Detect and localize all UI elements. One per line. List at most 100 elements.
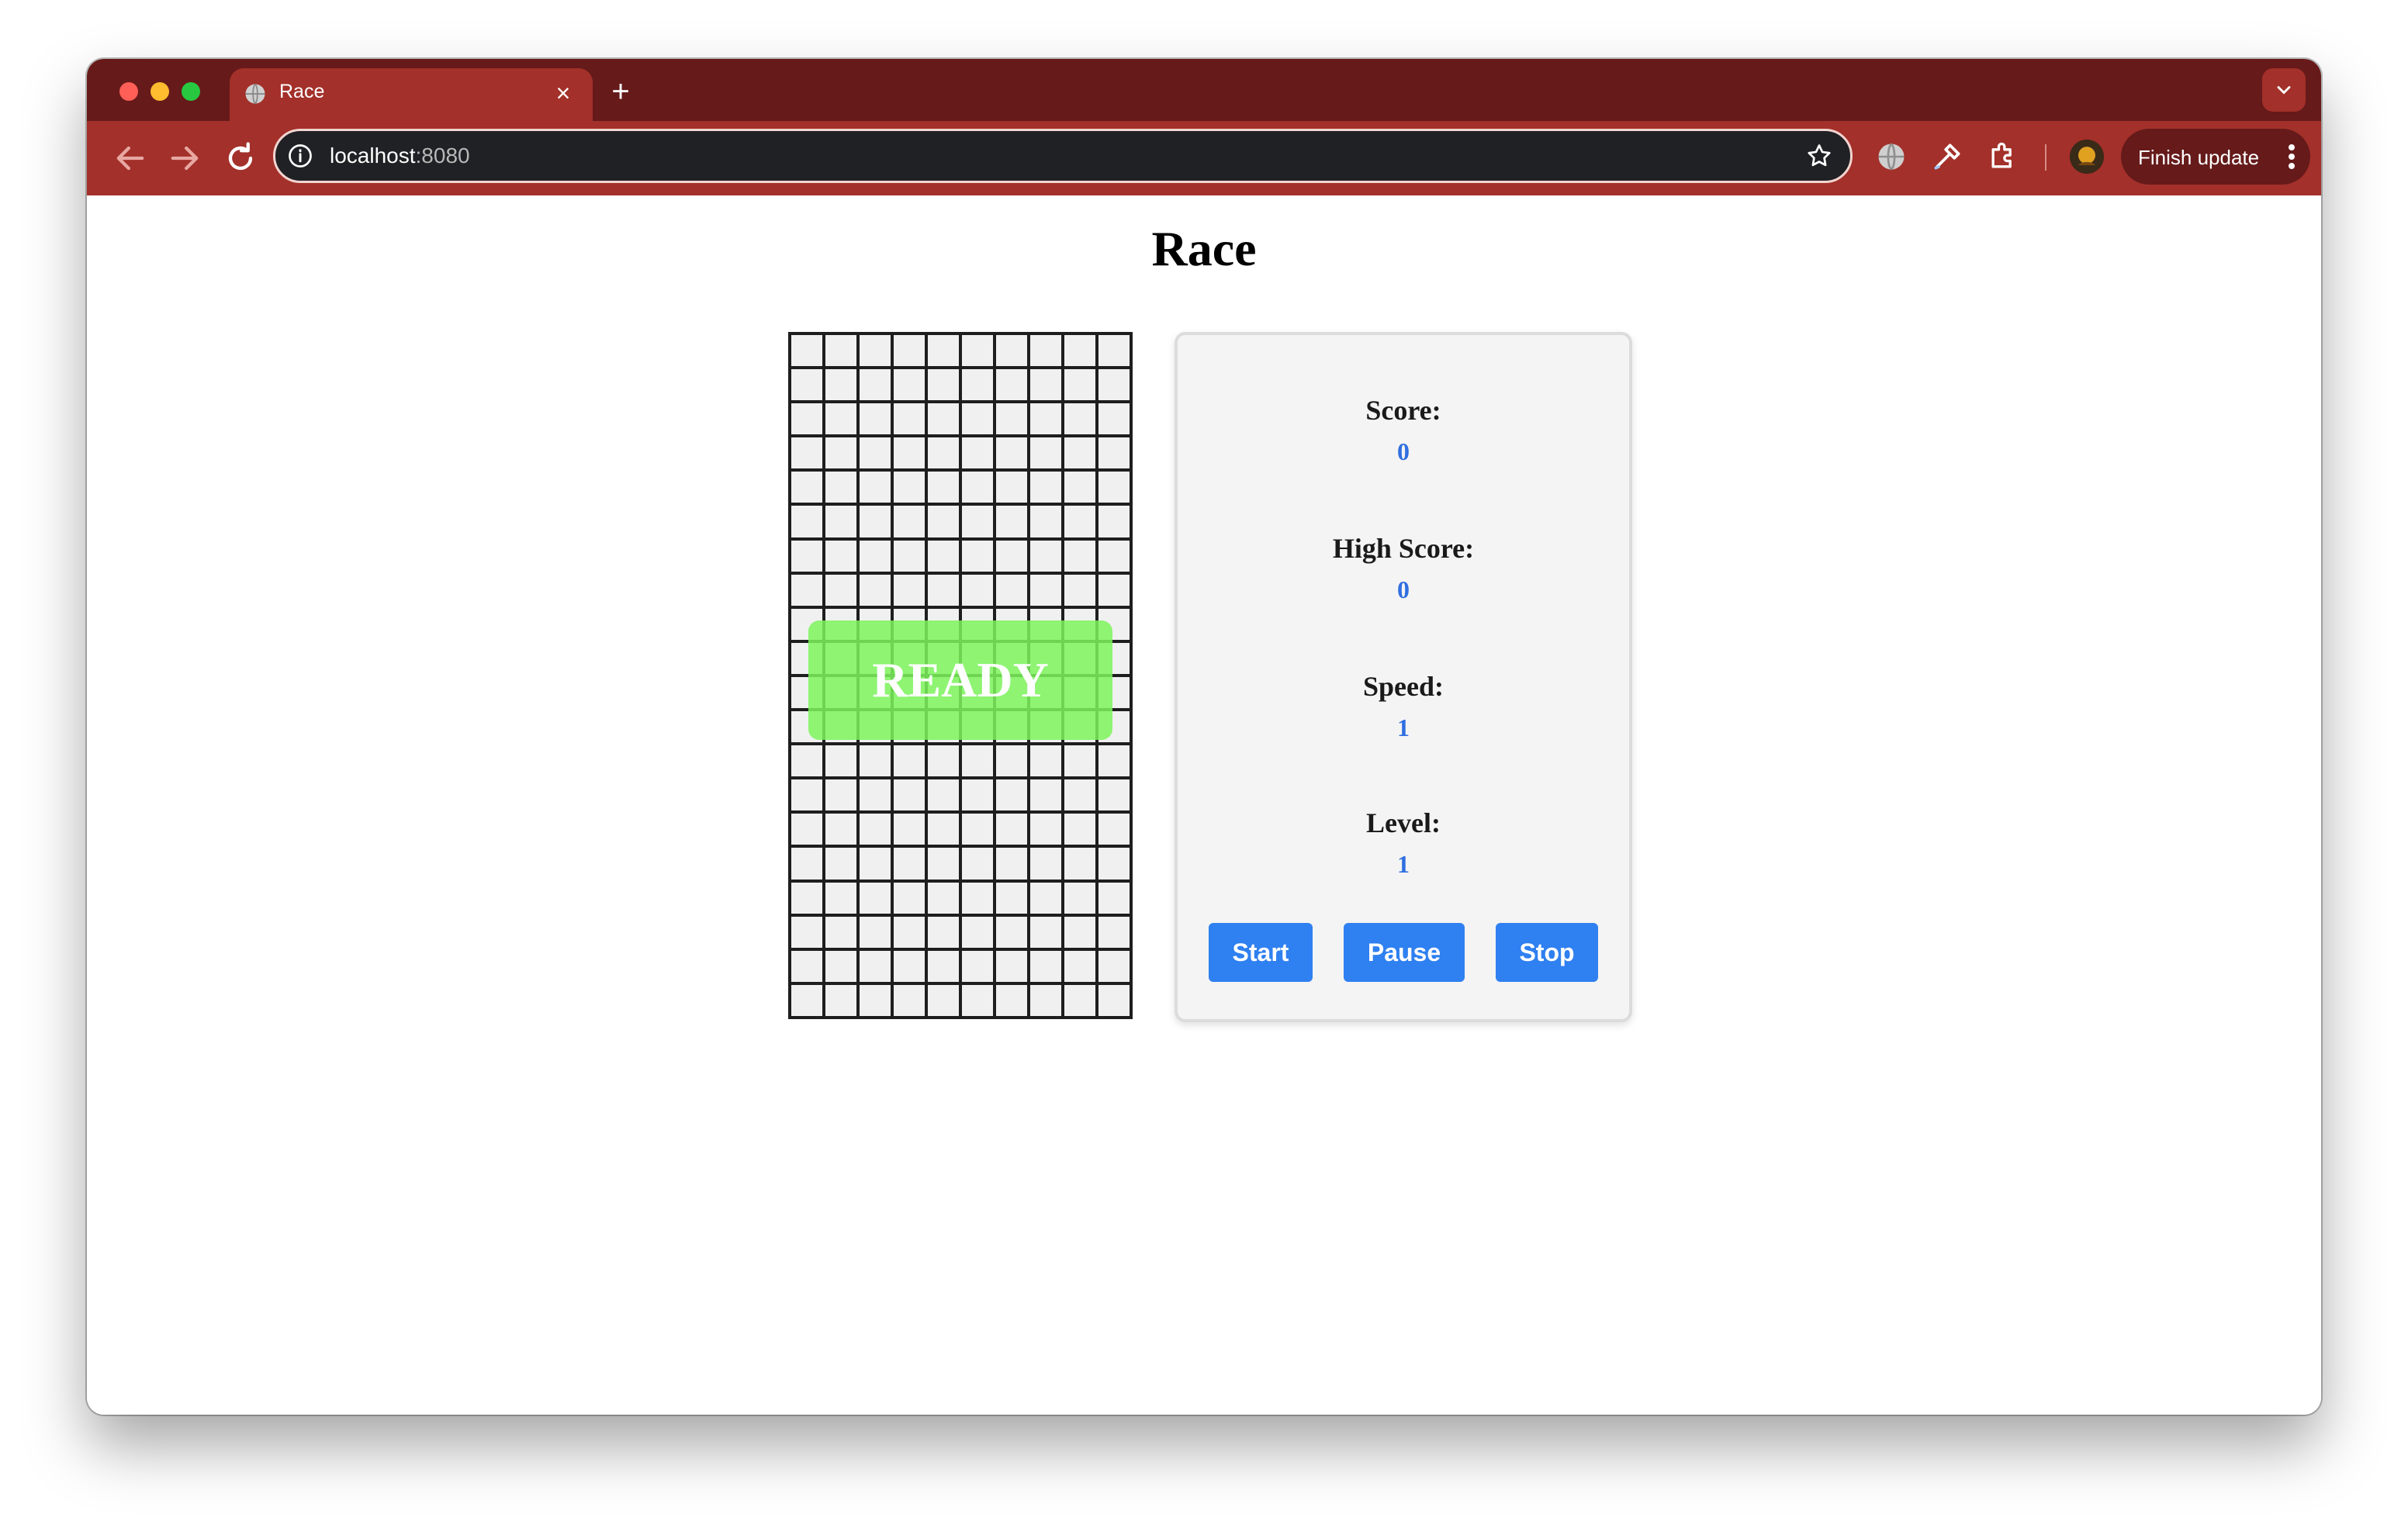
- close-window-button[interactable]: [119, 82, 138, 101]
- back-icon[interactable]: [110, 138, 150, 178]
- forward-icon[interactable]: [164, 138, 205, 178]
- board-cell: [791, 472, 822, 503]
- board-cell: [825, 916, 856, 948]
- board-cell: [962, 916, 993, 948]
- board-cell: [894, 745, 925, 777]
- tab-search-button[interactable]: [2262, 68, 2306, 112]
- board-cell: [1064, 848, 1095, 880]
- board-cell: [962, 403, 993, 435]
- board-cell: [996, 984, 1027, 1016]
- finish-update-label: Finish update: [2138, 146, 2260, 169]
- board-cell: [928, 403, 959, 435]
- more-vert-icon: [2289, 144, 2295, 169]
- board-cell: [962, 984, 993, 1016]
- board-cell: [791, 779, 822, 811]
- high-score-stat: High Score: 0: [1178, 532, 1629, 604]
- board-cell: [1064, 916, 1095, 948]
- minimize-window-button[interactable]: [150, 82, 169, 101]
- new-tab-button[interactable]: +: [602, 73, 639, 110]
- board-cell: [825, 745, 856, 777]
- maximize-window-button[interactable]: [182, 82, 200, 101]
- page-content: Race READY Score: 0 High Score: 0 Speed:…: [87, 195, 2321, 1415]
- tab-close-icon[interactable]: ×: [548, 78, 579, 109]
- board-cell: [1098, 848, 1130, 880]
- board-cell: [1098, 814, 1130, 845]
- board-cell: [860, 779, 891, 811]
- score-stat: Score: 0: [1178, 394, 1629, 466]
- board-cell: [928, 506, 959, 537]
- board-cell: [928, 814, 959, 845]
- board-cell: [860, 950, 891, 982]
- board-cell: [1030, 403, 1061, 435]
- board-cell: [1064, 779, 1095, 811]
- board-cell: [1098, 472, 1130, 503]
- score-value: 0: [1397, 437, 1410, 465]
- speed-stat: Speed: 1: [1178, 670, 1629, 742]
- extensions-puzzle-icon[interactable]: [1986, 140, 2020, 174]
- high-score-label: High Score:: [1332, 533, 1475, 564]
- board-cell: [1030, 950, 1061, 982]
- board-cell: [860, 814, 891, 845]
- board-cell: [1064, 506, 1095, 537]
- board-cell: [791, 369, 822, 401]
- board-cell: [1098, 745, 1130, 777]
- translate-globe-icon[interactable]: [1874, 140, 1908, 174]
- tab-title: Race: [279, 81, 325, 102]
- board-cell: [860, 745, 891, 777]
- board-cell: [962, 950, 993, 982]
- board-cell: [1030, 984, 1061, 1016]
- board-cell: [894, 882, 925, 914]
- board-cell: [860, 403, 891, 435]
- board-cell: [894, 437, 925, 469]
- board-cell: [962, 848, 993, 880]
- pause-button[interactable]: Pause: [1344, 923, 1465, 982]
- board-cell: [1030, 779, 1061, 811]
- board-cell: [1064, 574, 1095, 606]
- board-cell: [860, 369, 891, 401]
- board-cell: [894, 506, 925, 537]
- board-cell: [1098, 779, 1130, 811]
- profile-avatar[interactable]: [2070, 140, 2104, 174]
- board-cell: [791, 403, 822, 435]
- tab-race[interactable]: Race ×: [230, 68, 593, 121]
- board-cell: [1064, 403, 1095, 435]
- board-cell: [791, 916, 822, 948]
- board-cell: [825, 403, 856, 435]
- board-cell: [928, 848, 959, 880]
- board-cell: [860, 848, 891, 880]
- start-button[interactable]: Start: [1209, 923, 1313, 982]
- finish-update-button[interactable]: Finish update: [2121, 129, 2310, 185]
- address-bar[interactable]: localhost:8080: [273, 129, 1853, 183]
- board-cell: [1030, 506, 1061, 537]
- board-cell: [928, 437, 959, 469]
- ready-overlay: READY: [808, 620, 1112, 740]
- board-cell: [962, 437, 993, 469]
- board-cell: [1064, 437, 1095, 469]
- board-cell: [962, 882, 993, 914]
- board-cell: [860, 335, 891, 367]
- board-cell: [860, 437, 891, 469]
- board-cell: [791, 882, 822, 914]
- board-cell: [894, 403, 925, 435]
- eyedropper-icon[interactable]: [1930, 140, 1964, 174]
- speed-value: 1: [1397, 714, 1410, 741]
- board-cell: [894, 540, 925, 572]
- board-cell: [825, 540, 856, 572]
- board-cell: [962, 506, 993, 537]
- board-cell: [860, 472, 891, 503]
- board-cell: [860, 506, 891, 537]
- board-cell: [1098, 335, 1130, 367]
- board-cell: [1064, 540, 1095, 572]
- board-cell: [1098, 403, 1130, 435]
- board-cell: [894, 814, 925, 845]
- board-cell: [825, 848, 856, 880]
- site-info-icon[interactable]: [286, 142, 314, 170]
- url-host: localhost: [330, 143, 416, 168]
- browser-window: Race × + localhost:8080 Finish update Ra…: [87, 59, 2321, 1415]
- board-cell: [1064, 984, 1095, 1016]
- bookmark-star-icon[interactable]: [1805, 142, 1833, 170]
- board-cell: [996, 916, 1027, 948]
- stop-button[interactable]: Stop: [1496, 923, 1598, 982]
- reload-icon[interactable]: [220, 138, 261, 178]
- board-cell: [825, 335, 856, 367]
